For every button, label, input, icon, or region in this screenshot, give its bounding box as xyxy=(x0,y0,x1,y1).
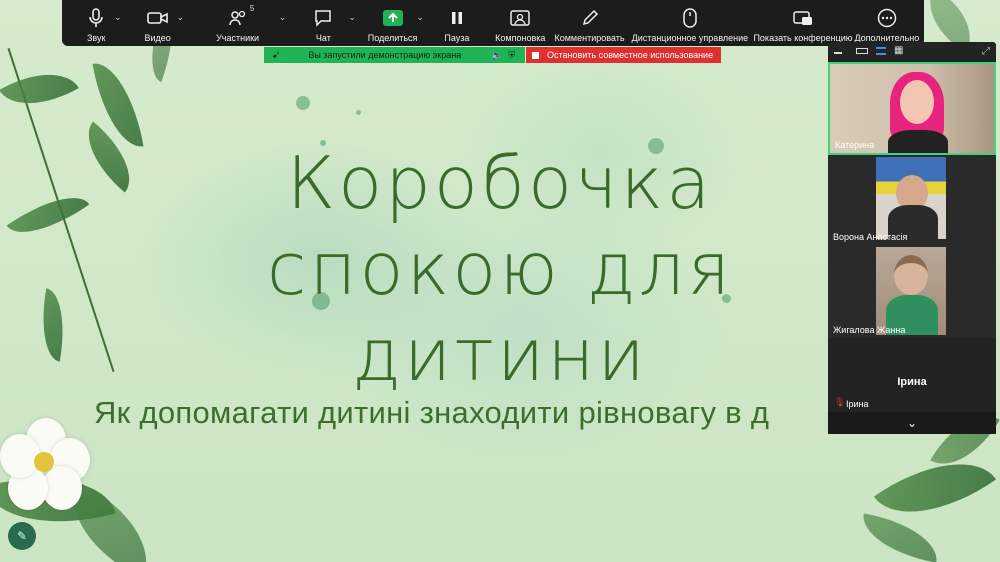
participant-tile[interactable]: Ірина 🎙 Ірина xyxy=(828,338,996,412)
share-screen-icon xyxy=(382,7,404,29)
chevron-down-icon[interactable]: ⌄ xyxy=(176,12,184,23)
slide-title-line: дитини xyxy=(352,313,648,397)
participant-tile[interactable]: Катерина xyxy=(828,62,996,155)
participant-display-name: Ірина xyxy=(897,376,927,388)
participants-label: Участники xyxy=(216,33,260,43)
layout-icon xyxy=(509,7,531,29)
share-button[interactable]: ⌄ Поделиться xyxy=(360,0,424,46)
filmstrip-view-icon[interactable] xyxy=(876,47,886,55)
avatar xyxy=(900,80,934,124)
chat-button[interactable]: ⌄ Чат xyxy=(286,0,360,46)
participant-name: Ворона Анастасія xyxy=(833,232,908,242)
speaker-view-icon[interactable] xyxy=(856,48,868,54)
chevron-down-icon[interactable]: ⌄ xyxy=(348,12,356,23)
microphone-icon xyxy=(85,7,107,29)
sharing-text: Вы запустили демонстрацию экрана xyxy=(308,50,462,60)
speaker-icon[interactable]: 🔈 xyxy=(491,50,502,61)
shield-icon: ⛨ xyxy=(508,49,516,60)
audio-label: Звук xyxy=(86,33,106,43)
annotation-tool-button[interactable]: ✎ xyxy=(8,522,36,550)
mouse-icon xyxy=(679,7,701,29)
video-panel: ▦ ⤢ Катерина Ворона Анастасія Жигалова Ж… xyxy=(828,42,996,434)
expand-icon[interactable]: ⤢ xyxy=(982,46,990,57)
annotate-pen-icon xyxy=(579,7,601,29)
pause-label: Пауза xyxy=(444,33,470,43)
stop-square-icon xyxy=(532,51,539,59)
more-button[interactable]: Дополнительно xyxy=(854,0,920,46)
slide-subtitle: Як допомагати дитині знаходити рівновагу… xyxy=(94,395,770,430)
pin-icon[interactable]: ➹ xyxy=(272,50,280,61)
share-label: Поделиться xyxy=(367,33,418,43)
participant-tile[interactable]: Ворона Анастасія xyxy=(828,155,996,245)
participants-count: 5 xyxy=(249,4,255,13)
participants-button[interactable]: 5 ⌄ Участники xyxy=(189,0,286,46)
participant-name: Катерина xyxy=(835,140,875,150)
meeting-toolbar: ⌄ Звук ⌄ Видео 5 ⌄ Участники ⌄ Чат ⌄ Под… xyxy=(62,0,924,46)
video-camera-icon xyxy=(146,7,169,29)
more-icon xyxy=(876,7,898,29)
chevron-down-icon[interactable]: ⌄ xyxy=(279,12,287,23)
show-meeting-icon xyxy=(792,7,814,29)
annotate-button[interactable]: Комментировать xyxy=(551,0,627,46)
slide-title-line: спокою для xyxy=(266,227,734,311)
flower-illustration xyxy=(0,418,92,510)
participant-name: Жигалова Жанна xyxy=(833,325,906,335)
show-meeting-button[interactable]: Показать конференцию xyxy=(752,0,853,46)
avatar xyxy=(894,255,928,295)
pause-share-button[interactable]: Пауза xyxy=(425,0,489,46)
audio-button[interactable]: ⌄ Звук xyxy=(66,0,126,46)
gallery-view-icon[interactable]: ▦ xyxy=(894,46,903,56)
muted-microphone-icon: 🎙 xyxy=(834,398,846,408)
avatar xyxy=(888,130,948,153)
remote-control-label: Дистанционное управление xyxy=(631,33,749,43)
pen-icon: ✎ xyxy=(16,529,28,543)
layout-button[interactable]: Компоновка xyxy=(489,0,551,46)
stop-share-label: Остановить совместное использование xyxy=(547,50,714,60)
leaf xyxy=(34,288,72,362)
leaf xyxy=(6,179,90,251)
layout-label: Компоновка xyxy=(495,33,546,43)
participant-tile[interactable]: Жигалова Жанна xyxy=(828,245,996,338)
paint-blob xyxy=(356,110,361,115)
chat-icon xyxy=(312,7,334,29)
pause-icon xyxy=(446,7,468,29)
stop-share-button[interactable]: Остановить совместное использование xyxy=(526,47,721,63)
video-button[interactable]: ⌄ Видео xyxy=(126,0,188,46)
chevron-down-icon[interactable]: ⌄ xyxy=(416,12,424,23)
video-label: Видео xyxy=(144,33,171,43)
paint-blob xyxy=(296,96,310,110)
slide-title: Коробочка спокою для дитини xyxy=(150,140,850,398)
chevron-down-icon: ⌄ xyxy=(906,416,918,430)
scroll-down-button[interactable]: ⌄ xyxy=(828,412,996,434)
slide-title-line: Коробочка xyxy=(286,141,714,225)
sharing-indicator: ➹ Вы запустили демонстрацию экрана 🔈 ⛨ xyxy=(264,47,525,63)
participant-name: Ірина xyxy=(846,399,869,409)
participants-icon xyxy=(227,7,249,29)
minimize-icon[interactable] xyxy=(834,52,842,54)
annotate-label: Комментировать xyxy=(554,33,625,43)
chat-label: Чат xyxy=(315,33,331,43)
leaf xyxy=(0,55,79,123)
remote-control-button[interactable]: Дистанционное управление xyxy=(628,0,753,46)
chevron-down-icon[interactable]: ⌄ xyxy=(114,12,122,23)
leaf xyxy=(857,513,943,562)
panel-header: ▦ ⤢ xyxy=(828,42,996,60)
